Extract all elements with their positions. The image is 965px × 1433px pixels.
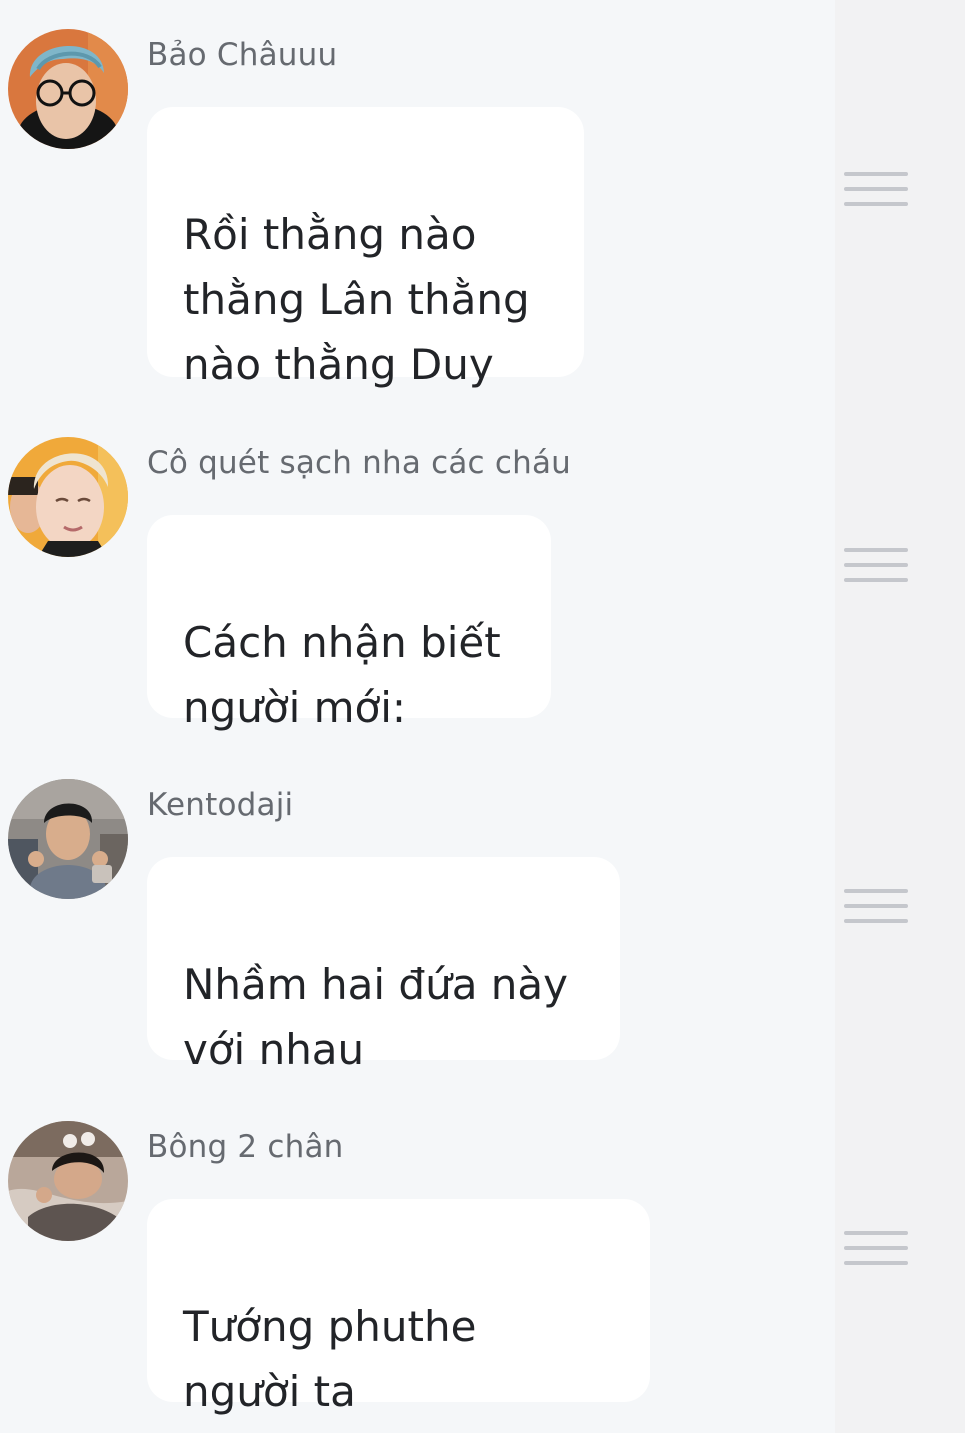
- drag-handle-icon[interactable]: [844, 889, 908, 923]
- message-bubble[interactable]: Cách nhận biết người mới:: [147, 515, 551, 732]
- side-handle-column: [835, 0, 965, 1433]
- sender-name: Bông 2 chân: [147, 1129, 344, 1165]
- message-text: Nhầm hai đứa này với nhau: [183, 960, 568, 1074]
- avatar[interactable]: [8, 437, 128, 557]
- message-text: Rồi thằng nào thằng Lân thằng nào thằng …: [183, 210, 530, 389]
- message-text: Tướng phuthe người ta: [183, 1302, 477, 1416]
- avatar[interactable]: [8, 779, 128, 899]
- message-text: Cách nhận biết người mới:: [183, 618, 501, 732]
- avatar-image: [8, 1121, 128, 1241]
- drag-handle-icon[interactable]: [844, 172, 908, 206]
- message-bubble[interactable]: Rồi thằng nào thằng Lân thằng nào thằng …: [147, 107, 584, 389]
- avatar-image: [8, 779, 128, 899]
- avatar[interactable]: [8, 1121, 128, 1241]
- avatar-image: [8, 29, 128, 149]
- sender-name: Kentodaji: [147, 787, 294, 823]
- avatar-image: [8, 437, 128, 557]
- avatar[interactable]: [8, 29, 128, 149]
- sender-name: Bảo Châuuu: [147, 37, 338, 73]
- message-bubble[interactable]: Nhầm hai đứa này với nhau: [147, 857, 620, 1074]
- drag-handle-icon[interactable]: [844, 1231, 908, 1265]
- sender-name: Cô quét sạch nha các cháu: [147, 445, 571, 481]
- message-bubble[interactable]: Tướng phuthe người ta: [147, 1199, 650, 1416]
- drag-handle-icon[interactable]: [844, 548, 908, 582]
